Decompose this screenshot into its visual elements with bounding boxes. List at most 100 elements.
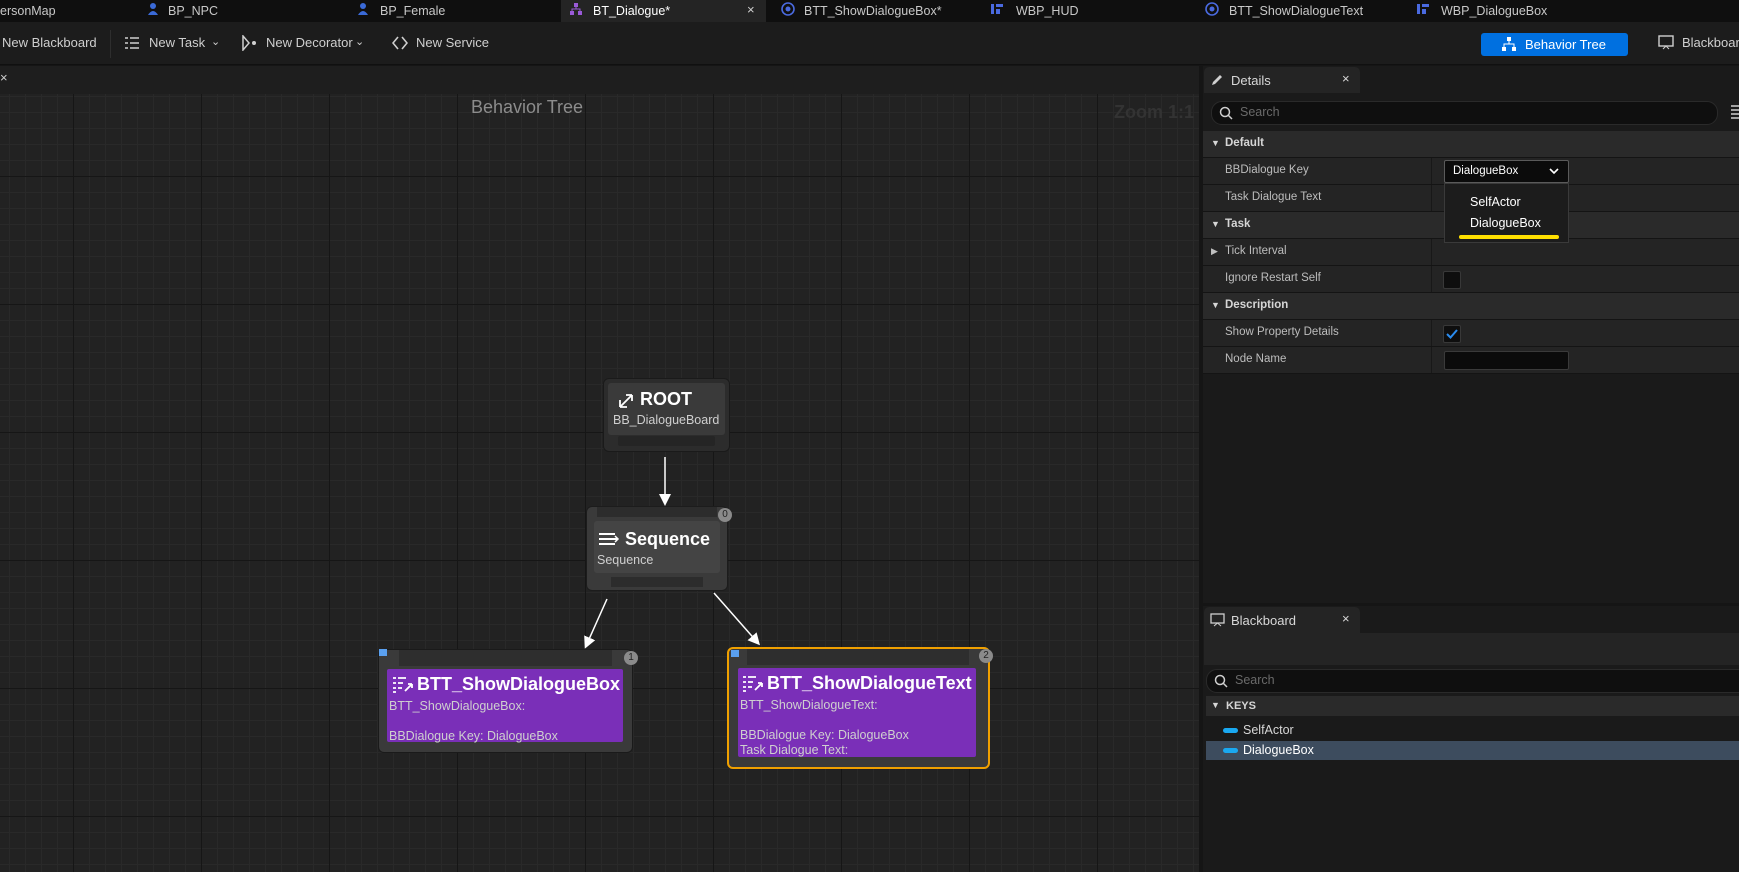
- dropdown-value: DialogueBox: [1453, 165, 1519, 177]
- blackboard-search-input[interactable]: Search: [1206, 669, 1739, 693]
- search-icon: [1214, 674, 1228, 688]
- node-name-input[interactable]: [1444, 351, 1569, 370]
- behavior-tree-mode-button[interactable]: Behavior Tree: [1481, 33, 1628, 56]
- tab-label: ersonMap: [0, 4, 56, 18]
- option-label: SelfActor: [1470, 195, 1521, 209]
- tab-btt-showdialoguetext[interactable]: BTT_ShowDialogueText: [1200, 0, 1410, 22]
- task-node-title: BTT_ShowDialogueBox: [417, 674, 621, 694]
- task-node-showdialoguebox[interactable]: BTT_ShowDialogueBox BTT_ShowDialogueBox:…: [378, 649, 638, 753]
- keys-section-header[interactable]: ▼ KEYS: [1206, 696, 1739, 716]
- search-placeholder: Search: [1240, 105, 1280, 119]
- tab-bp-npc[interactable]: BP_NPC: [140, 0, 335, 22]
- collapse-arrow-icon: ▼: [1211, 219, 1220, 229]
- breakpoint-marker-icon: [379, 649, 387, 656]
- root-node[interactable]: ROOT BB_DialogueBoard: [603, 378, 730, 452]
- new-blackboard-button[interactable]: New Blackboard: [2, 33, 97, 53]
- property-row-node-name: Node Name: [1203, 347, 1739, 374]
- view-options-icon[interactable]: [1731, 104, 1739, 120]
- details-tab[interactable]: Details ×: [1204, 67, 1360, 93]
- behavior-tree-mode-label: Behavior Tree: [1525, 37, 1606, 52]
- tab-label: WBP_HUD: [1016, 4, 1079, 18]
- pawn-icon: [148, 3, 158, 15]
- blackboard-key-selfactor[interactable]: SelfActor: [1206, 721, 1739, 739]
- blackboard-tab[interactable]: Blackboard ×: [1204, 607, 1360, 633]
- close-tab-icon[interactable]: ×: [747, 1, 755, 19]
- decorator-icon: [242, 35, 256, 51]
- collapse-arrow-icon: ▼: [1211, 300, 1220, 310]
- key-name: DialogueBox: [1243, 743, 1314, 757]
- category-description[interactable]: ▼ Description: [1203, 293, 1739, 320]
- task-icon: [125, 37, 139, 49]
- task-node-description: BTT_ShowDialogueBox:: [389, 699, 526, 713]
- details-search-input[interactable]: Search: [1211, 101, 1718, 125]
- ignore-restart-self-checkbox[interactable]: [1443, 271, 1461, 289]
- task-node-showdialoguetext[interactable]: BTT_ShowDialogueText BTT_ShowDialogueTex…: [727, 647, 993, 769]
- tab-label: BT_Dialogue*: [593, 4, 671, 18]
- pawn-icon: [358, 3, 368, 15]
- close-icon[interactable]: ×: [1342, 611, 1350, 626]
- behavior-tree-icon: [1502, 37, 1516, 51]
- task-node-description: BTT_ShowDialogueText:: [740, 698, 878, 712]
- execution-order-badge: 1: [624, 651, 638, 665]
- blackboard-mode-label: Blackboard: [1682, 35, 1739, 50]
- chevron-down-icon: [1549, 168, 1559, 175]
- tab-person-map[interactable]: ersonMap: [0, 0, 130, 22]
- blackboard-key-dialoguebox[interactable]: DialogueBox: [1206, 741, 1739, 760]
- sequence-node[interactable]: Sequence Sequence 0: [586, 506, 732, 591]
- tab-wbp-hud[interactable]: WBP_HUD: [988, 0, 1188, 22]
- checkmark-icon: [1446, 329, 1458, 339]
- sequence-to-task2-wire: [713, 592, 760, 646]
- dropdown-option-dialoguebox[interactable]: DialogueBox: [1445, 214, 1568, 232]
- document-tab-bar: ersonMap BP_NPC BP_Female BT_Dialogue* ×…: [0, 0, 1739, 22]
- object-key-type-icon: [1223, 748, 1238, 753]
- keys-header-label: KEYS: [1226, 700, 1256, 712]
- task-node-dialogue-text: Task Dialogue Text:: [740, 743, 849, 757]
- property-label: Ignore Restart Self: [1225, 272, 1321, 284]
- sequence-node-title: Sequence: [625, 529, 711, 549]
- graph-header: ×: [0, 66, 1199, 94]
- blueprint-icon: [1205, 2, 1219, 16]
- blackboard-tab-label: Blackboard: [1231, 613, 1297, 628]
- property-row-tick-interval[interactable]: ▶ Tick Interval: [1203, 239, 1739, 266]
- tab-bp-female[interactable]: BP_Female: [350, 0, 550, 22]
- show-property-details-checkbox[interactable]: [1443, 325, 1461, 343]
- close-icon[interactable]: ×: [1342, 71, 1350, 86]
- pencil-icon: [1212, 75, 1222, 85]
- blackboard-header-strip: [1204, 633, 1739, 665]
- editor-toolbar: New Blackboard New Task ⌄ New Decorator …: [0, 22, 1739, 65]
- search-placeholder: Search: [1235, 673, 1275, 687]
- bbdialogue-key-dropdown[interactable]: DialogueBox: [1444, 160, 1569, 183]
- new-decorator-label: New Decorator: [266, 35, 353, 50]
- option-label: DialogueBox: [1470, 216, 1541, 230]
- new-task-label: New Task: [149, 35, 206, 50]
- sequence-icon: [599, 533, 620, 545]
- behavior-tree-icon: [570, 3, 582, 15]
- zoom-indicator: Zoom 1:1: [1114, 102, 1195, 122]
- close-icon[interactable]: ×: [0, 70, 8, 85]
- new-service-label: New Service: [416, 35, 489, 50]
- execution-order-badge: 0: [718, 508, 732, 522]
- root-node-subtitle: BB_DialogueBoard: [613, 413, 720, 427]
- category-label: Description: [1225, 299, 1289, 311]
- task-node-key: BBDialogue Key: DialogueBox: [389, 729, 558, 743]
- tab-label: BTT_ShowDialogueText: [1229, 4, 1364, 18]
- search-icon: [1219, 106, 1233, 120]
- tab-btt-showdialoguebox[interactable]: BTT_ShowDialogueBox*: [776, 0, 976, 22]
- blackboard-icon: [1658, 35, 1674, 50]
- property-row-show-property-details: Show Property Details: [1203, 320, 1739, 347]
- tab-label: BP_NPC: [168, 4, 219, 18]
- dropdown-option-selfactor[interactable]: SelfActor: [1445, 193, 1568, 211]
- tab-label: BTT_ShowDialogueBox*: [804, 4, 942, 18]
- tab-wbp-dialoguebox[interactable]: WBP_DialogueBox: [1414, 0, 1624, 22]
- object-key-type-icon: [1223, 728, 1238, 733]
- tab-bt-dialogue[interactable]: BT_Dialogue* ×: [561, 0, 766, 22]
- root-node-title: ROOT: [640, 389, 692, 409]
- toolbar-divider: [110, 30, 111, 58]
- property-label: BBDialogue Key: [1225, 164, 1309, 176]
- blueprint-icon: [781, 2, 795, 16]
- expand-arrow-icon[interactable]: ▶: [1211, 246, 1218, 257]
- key-name: SelfActor: [1243, 723, 1294, 737]
- service-icon: [392, 36, 408, 50]
- category-default[interactable]: ▼ Default: [1203, 131, 1739, 158]
- category-label: Default: [1225, 137, 1264, 149]
